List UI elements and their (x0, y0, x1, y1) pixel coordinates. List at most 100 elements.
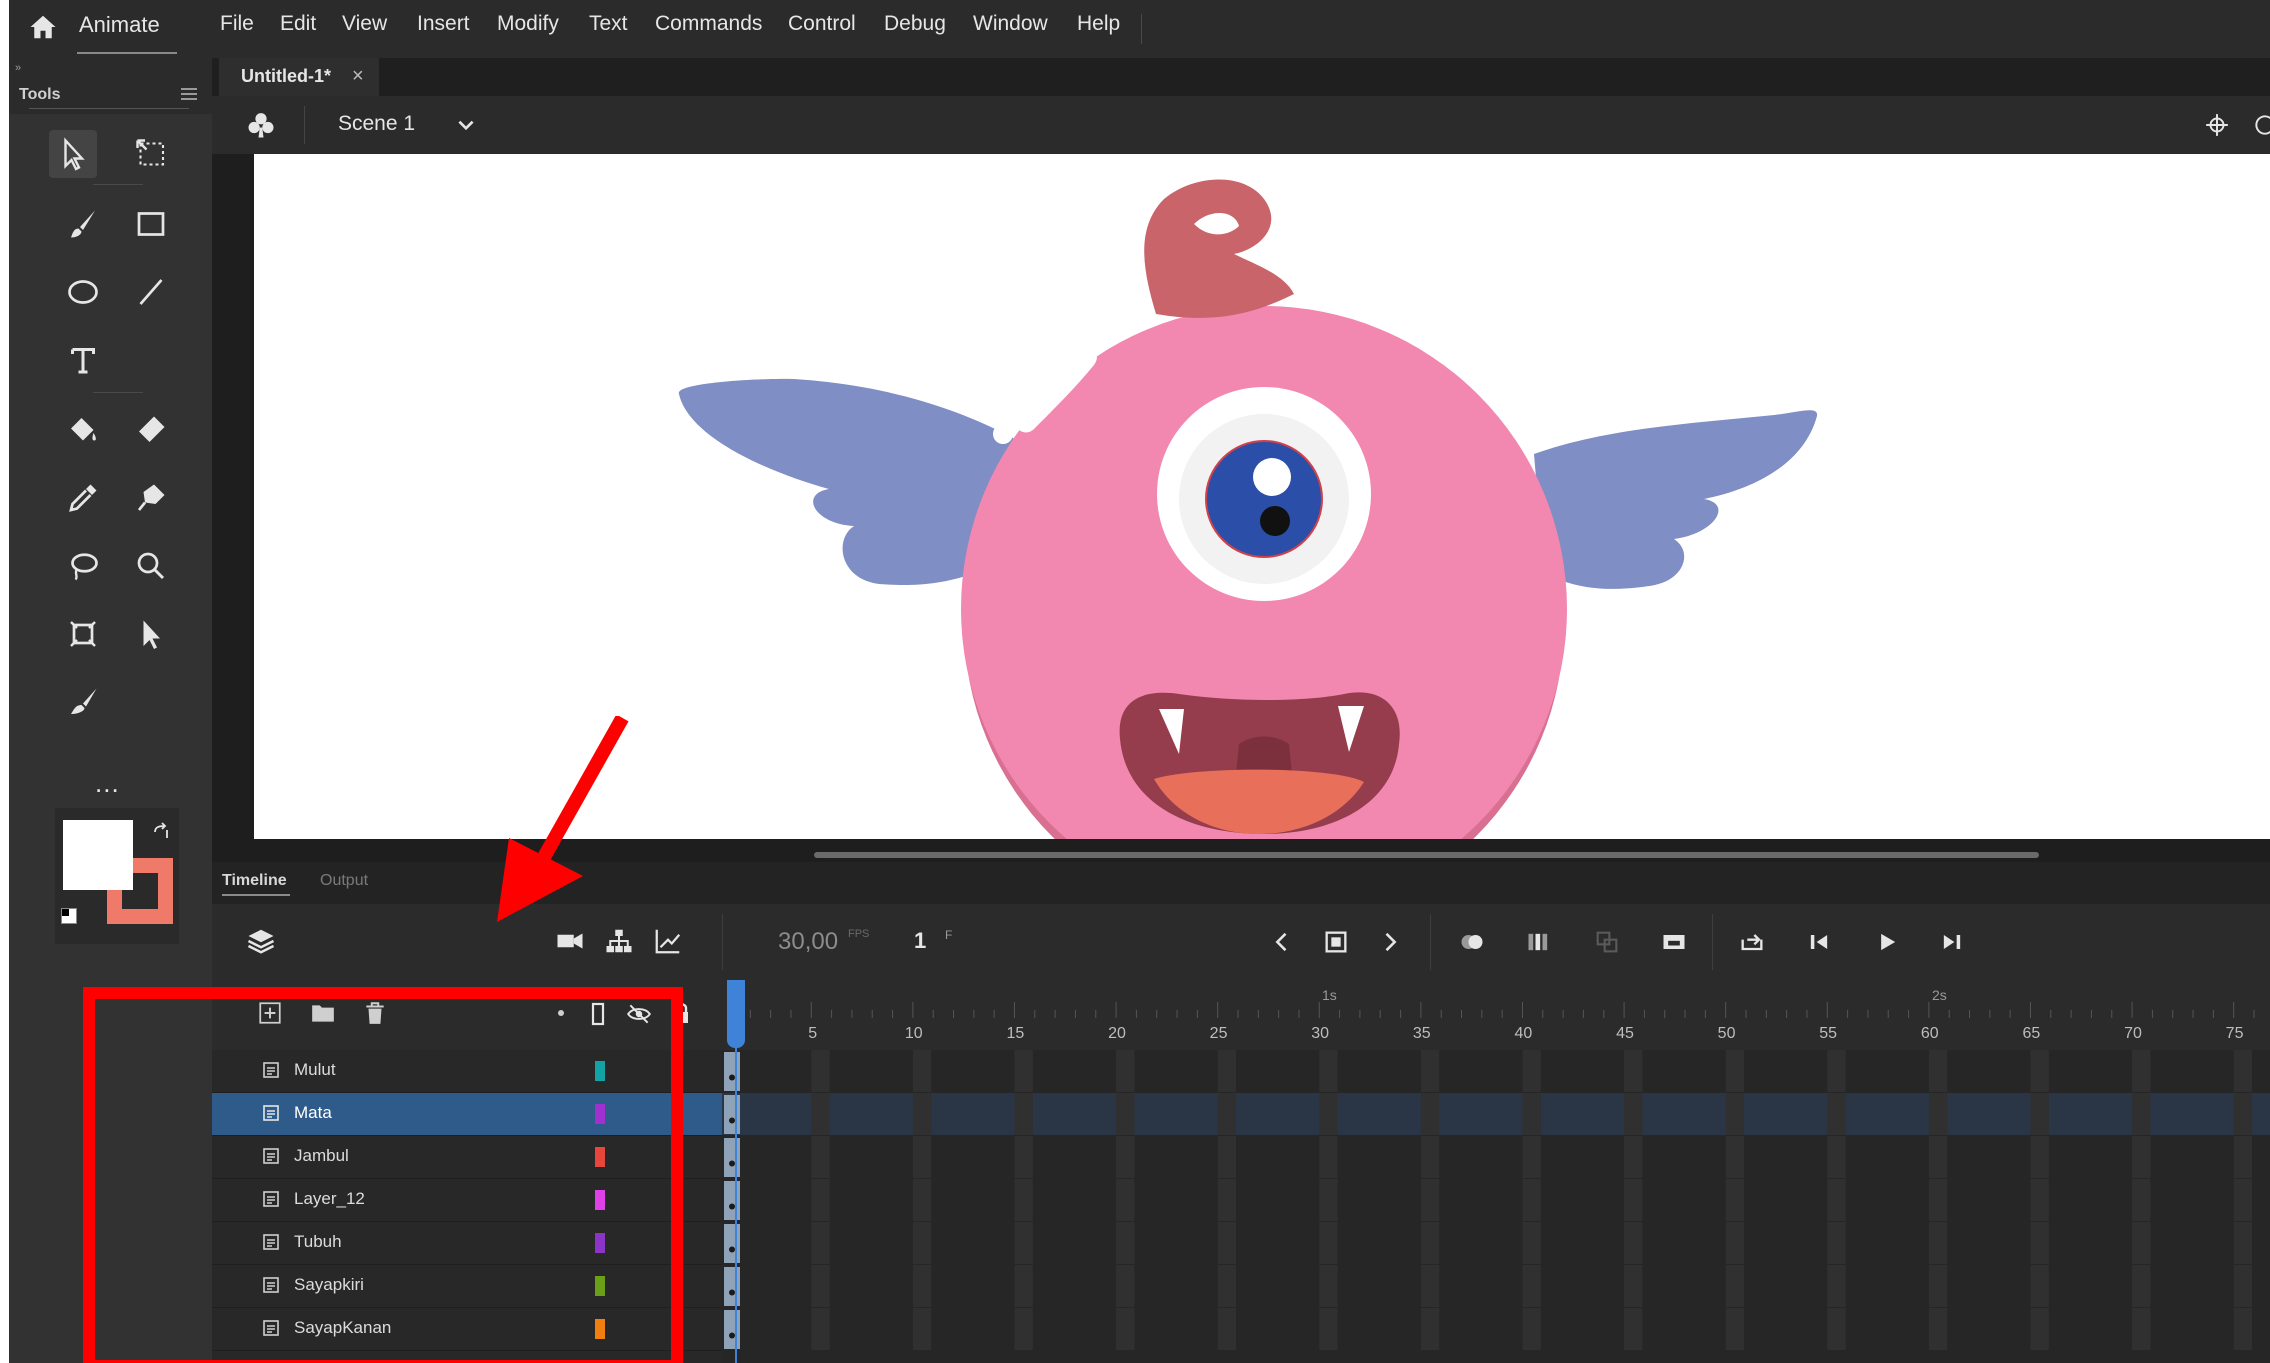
frame-cell-fifth (811, 1050, 830, 1092)
frame-cell-fifth (1928, 1222, 1948, 1264)
center-stage-icon[interactable] (2204, 112, 2230, 138)
frame-cell-fifth (1014, 1050, 1033, 1092)
frame-cell-fifth (1725, 1136, 1744, 1178)
frame-cell-fifth (2030, 1222, 2049, 1264)
scene-name[interactable]: Scene 1 (338, 112, 415, 136)
create-tween-icon[interactable] (1659, 928, 1689, 956)
onion-skin-icon[interactable] (1457, 928, 1487, 956)
loop-playback-icon[interactable] (1737, 928, 1767, 956)
frame-cell-fifth (811, 1222, 830, 1264)
zoom-tool-icon[interactable] (127, 542, 175, 590)
tool-separator (93, 184, 143, 185)
previous-keyframe-icon[interactable] (1268, 928, 1296, 956)
rectangle-tool-icon[interactable] (127, 200, 175, 248)
menu-window[interactable]: Window (973, 12, 1048, 36)
menu-commands[interactable]: Commands (655, 12, 762, 36)
frame-cell-fifth (1420, 1222, 1440, 1264)
menu-view[interactable]: View (342, 12, 387, 36)
tab-timeline[interactable]: Timeline (222, 872, 287, 890)
tab-output[interactable]: Output (320, 872, 368, 890)
playhead-line (735, 1048, 737, 1363)
frame-cell-fifth (1319, 1308, 1338, 1350)
frame-cell-fifth (1420, 1093, 1440, 1135)
paste-pose-icon[interactable] (1592, 928, 1622, 956)
asset-warp-tool-icon[interactable] (59, 610, 107, 658)
fps-value[interactable]: 30,00 (778, 928, 838, 956)
frame-cell-fifth (1725, 1222, 1744, 1264)
subselection-tool-icon[interactable] (127, 610, 175, 658)
frame-cell-fifth (1928, 1265, 1948, 1307)
pen-tool-icon[interactable] (127, 474, 175, 522)
graph-icon[interactable] (653, 926, 683, 956)
frame-cell-fifth (1014, 1222, 1033, 1264)
paint-brush-tool-icon[interactable] (59, 678, 107, 726)
collapse-icon[interactable]: » (15, 62, 21, 74)
insert-keyframe-icon[interactable] (1322, 928, 1350, 956)
step-back-icon[interactable] (1804, 928, 1834, 956)
camera-icon[interactable] (555, 926, 585, 956)
frame-cell-fifth (1217, 1308, 1236, 1350)
step-forward-icon[interactable] (1937, 928, 1967, 956)
play-icon[interactable] (1872, 928, 1902, 956)
frame-cell-fifth (811, 1136, 830, 1178)
ruler-tick-label: 40 (1514, 1025, 1533, 1042)
rotate-stage-icon[interactable] (2252, 112, 2270, 138)
frame-cell-fifth (1624, 1222, 1643, 1264)
layer-parenting-icon[interactable] (604, 926, 634, 956)
home-icon[interactable] (27, 12, 59, 42)
layers-icon[interactable] (246, 926, 276, 956)
frame-cell-fifth (912, 1136, 932, 1178)
line-tool-icon[interactable] (127, 268, 175, 316)
ruler-tick-label: 10 (904, 1025, 923, 1042)
tools-panel-header: » Tools (9, 58, 212, 114)
current-frame[interactable]: 1 (914, 928, 926, 954)
menu-insert[interactable]: Insert (417, 12, 470, 36)
next-keyframe-icon[interactable] (1376, 928, 1404, 956)
document-tab[interactable]: Untitled-1* × (219, 58, 379, 96)
frame-cell-fifth (1014, 1265, 1033, 1307)
paint-bucket-tool-icon[interactable] (59, 406, 107, 454)
chevron-down-icon[interactable] (455, 114, 477, 136)
selection-tool-icon[interactable] (49, 130, 97, 178)
menu-control[interactable]: Control (788, 12, 856, 36)
edit-multiple-frames-icon[interactable] (1524, 928, 1554, 956)
menu-edit[interactable]: Edit (280, 12, 316, 36)
frame-cell-fifth (1217, 1093, 1236, 1135)
frame-cell-fifth (912, 1179, 932, 1221)
default-colors-icon[interactable] (61, 908, 77, 924)
menu-help[interactable]: Help (1077, 12, 1120, 36)
close-tab-icon[interactable]: × (352, 65, 364, 88)
oval-tool-icon[interactable] (59, 268, 107, 316)
app-name[interactable]: Animate (79, 12, 160, 38)
stage-horizontal-scrollbar[interactable] (814, 852, 2039, 858)
frame-cell-fifth (1624, 1093, 1643, 1135)
frame-cell-fifth (2132, 1222, 2151, 1264)
text-tool-icon[interactable] (59, 336, 107, 384)
frame-cell-fifth (1827, 1093, 1846, 1135)
document-tab-bar (212, 58, 2270, 96)
eraser-tool-icon[interactable] (127, 406, 175, 454)
menu-modify[interactable]: Modify (497, 12, 559, 36)
frame-cell-fifth (1928, 1093, 1948, 1135)
frame-cell-fifth (2030, 1093, 2049, 1135)
edit-symbols-icon[interactable] (246, 110, 276, 140)
menu-file[interactable]: File (220, 12, 254, 36)
frame-cell-fifth (1624, 1308, 1643, 1350)
frame-cell-fifth (2132, 1308, 2151, 1350)
frame-cell-fifth (1014, 1179, 1033, 1221)
ruler-tick-label: 75 (2225, 1025, 2244, 1042)
menu-text[interactable]: Text (589, 12, 628, 36)
second-marker: 1s (1322, 987, 1337, 1003)
swap-colors-icon[interactable] (151, 822, 171, 842)
stroke-color-swatch[interactable] (63, 820, 133, 890)
frame-cell-fifth (2132, 1050, 2151, 1092)
keyframe-cell (724, 1224, 740, 1263)
free-transform-tool-icon[interactable] (127, 130, 175, 178)
more-tools-button[interactable]: ... (95, 768, 120, 799)
playhead[interactable] (727, 980, 745, 1048)
menu-debug[interactable]: Debug (884, 12, 946, 36)
brush-tool-icon[interactable] (59, 200, 107, 248)
panel-menu-icon[interactable] (179, 86, 199, 102)
eyedropper-tool-icon[interactable] (59, 474, 107, 522)
lasso-tool-icon[interactable] (59, 542, 107, 590)
